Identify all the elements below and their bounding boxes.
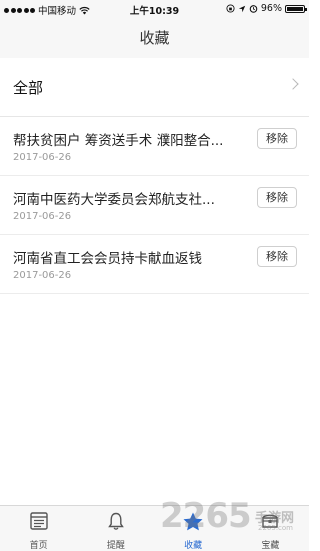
favorite-item[interactable]: 河南省直工会会员持卡献血返钱 2017-06-26 移除: [0, 235, 309, 294]
favorite-title: 河南省直工会会员持卡献血返钱: [13, 251, 202, 267]
filter-all-label: 全部: [13, 79, 44, 97]
news-icon: [29, 512, 48, 530]
page-title: 收藏: [139, 29, 170, 47]
nav-bar: 收藏: [0, 18, 309, 59]
remove-button[interactable]: 移除: [257, 128, 297, 149]
filter-all-row[interactable]: 全部: [0, 58, 309, 117]
status-bar: 中国移动 上午10:39 96%: [0, 0, 309, 18]
favorite-item[interactable]: 帮扶贫困户 筹资送手术 濮阳整合... 2017-06-26 移除: [0, 117, 309, 176]
alarm-icon: [249, 5, 258, 13]
tab-reminder[interactable]: 提醒: [77, 506, 154, 551]
status-right: 96%: [226, 3, 307, 14]
tab-label: 收藏: [184, 541, 203, 551]
favorite-date: 2017-06-26: [13, 152, 72, 163]
remove-button[interactable]: 移除: [257, 246, 297, 267]
watermark-url: 2265.com: [258, 524, 293, 532]
orientation-lock-icon: [226, 4, 235, 13]
favorite-date: 2017-06-26: [13, 211, 72, 222]
favorite-date: 2017-06-26: [13, 270, 72, 281]
battery-icon: [285, 4, 307, 13]
favorite-title: 帮扶贫困户 筹资送手术 濮阳整合...: [13, 133, 224, 149]
tab-home[interactable]: 首页: [0, 506, 77, 551]
favorite-title: 河南中医药大学委员会郑航支社...: [13, 192, 215, 208]
remove-button[interactable]: 移除: [257, 187, 297, 208]
tab-label: 提醒: [106, 541, 125, 551]
favorite-item[interactable]: 河南中医药大学委员会郑航支社... 2017-06-26 移除: [0, 176, 309, 235]
chevron-right-icon: [287, 78, 299, 90]
tab-label: 首页: [29, 541, 48, 551]
location-arrow-icon: [238, 5, 246, 12]
bell-icon: [108, 512, 124, 530]
battery-percent: 96%: [260, 3, 282, 14]
tab-label: 宝藏: [261, 541, 280, 551]
watermark-logo: 2265: [160, 496, 252, 536]
